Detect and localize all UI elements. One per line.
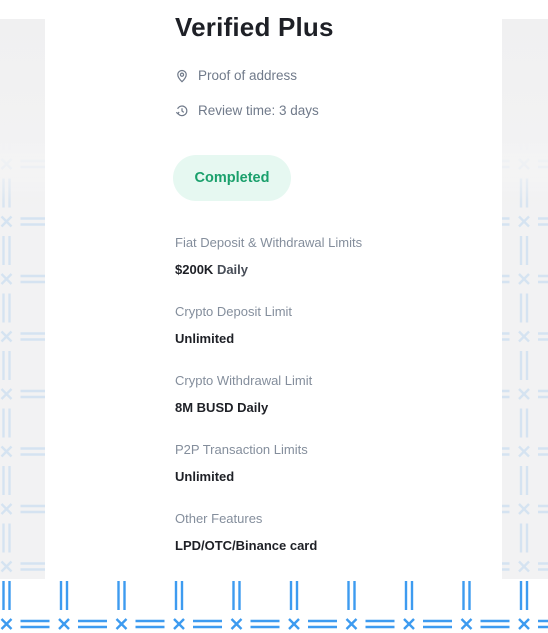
left-fade-overlay <box>0 19 45 219</box>
limit-value-p2p: Unlimited <box>175 469 235 484</box>
requirement-label: Proof of address <box>198 68 298 83</box>
tier-title: Verified Plus <box>175 12 334 42</box>
limit-amount: $200K <box>175 262 214 277</box>
limit-label-other-features: Other Features <box>175 511 263 526</box>
limit-label-crypto-withdrawal: Crypto Withdrawal Limit <box>175 373 313 388</box>
location-pin-icon <box>177 69 187 83</box>
requirement-label: Review time: 3 days <box>198 103 319 118</box>
limit-value-crypto-withdrawal: 8M BUSD Daily <box>175 400 269 415</box>
limit-value-fiat: $200K Daily <box>175 262 248 277</box>
limit-label-crypto-deposit: Crypto Deposit Limit <box>175 304 293 319</box>
status-badge: Completed <box>173 155 291 201</box>
limit-label-fiat: Fiat Deposit & Withdrawal Limits <box>175 235 363 250</box>
requirement-proof-of-address: Proof of address <box>175 68 297 83</box>
limit-value-other-features: LPD/OTC/Binance card <box>175 538 318 553</box>
history-clock-icon <box>175 104 188 116</box>
limit-unit: Daily <box>216 262 249 277</box>
right-fade-overlay <box>502 19 548 219</box>
requirement-review-time: Review time: 3 days <box>175 103 319 118</box>
limit-label-p2p: P2P Transaction Limits <box>175 442 308 457</box>
limit-value-crypto-deposit: Unlimited <box>175 331 235 346</box>
verification-tier-card <box>45 0 502 578</box>
